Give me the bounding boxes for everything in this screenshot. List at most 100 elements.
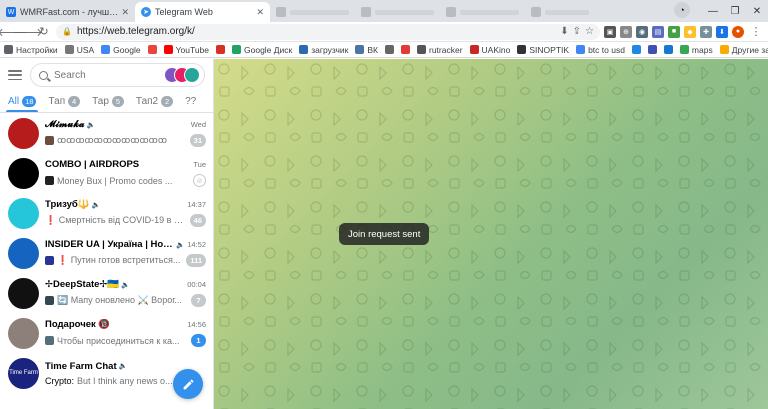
folder-tab[interactable]: Тап2 2 bbox=[136, 91, 174, 112]
chat-preview: ꝏꝏꝏꝏꝏꝏꝏꝏꝏꝏꝏꝏ bbox=[57, 135, 168, 145]
chat-list-item[interactable]: 𝓜𝓲𝓶𝓾𝓴𝓪 🔈 Wed ꝏꝏꝏꝏꝏꝏꝏꝏꝏꝏꝏꝏ 31 bbox=[0, 113, 213, 153]
forward-icon[interactable]: 🡒 bbox=[13, 24, 43, 40]
folder-count-badge: 2 bbox=[161, 96, 174, 107]
folder-label: ?? bbox=[185, 96, 197, 107]
profile-icon[interactable]: ◔ bbox=[674, 2, 690, 18]
chat-time: Tue bbox=[193, 160, 206, 169]
bookmark-item[interactable]: USA bbox=[64, 45, 94, 55]
bookmark-item[interactable]: Настройки bbox=[4, 45, 58, 55]
chat-title-row: ✢DeepState✢🇺🇦 🔈 00:04 bbox=[45, 279, 206, 290]
chat-name-wrap: Подарочек 🔞 bbox=[45, 319, 110, 330]
muted-icon: 🔈 bbox=[118, 363, 128, 370]
bookmark-item[interactable]: btc to usd bbox=[576, 45, 625, 55]
bookmark-item[interactable] bbox=[401, 45, 410, 54]
chat-list-item[interactable]: Тризуб🔱 🔈 14:37 ❗ Смертність від COVID-19 в… bbox=[0, 193, 213, 233]
page-icon bbox=[276, 7, 286, 17]
browser-tab-background[interactable] bbox=[440, 2, 525, 22]
chat-list-item[interactable]: COMBO | AIRDROPS Tue Money Bux | Promo cod… bbox=[0, 153, 213, 193]
minimize-icon[interactable]: — bbox=[702, 0, 724, 22]
chat-avatar bbox=[8, 237, 39, 269]
kebab-menu-icon[interactable]: ⋮ bbox=[748, 24, 764, 40]
bookmark-icon bbox=[663, 45, 673, 54]
bookmark-icon bbox=[163, 45, 173, 54]
new-message-button[interactable] bbox=[173, 369, 203, 399]
browser-tab-telegram[interactable]: ➤ Telegram Web ✕ bbox=[135, 2, 270, 22]
account-avatars[interactable] bbox=[164, 67, 200, 83]
address-bar: 🡐 🡒 ↻ 🔒 https://web.telegram.org/k/ ⬇ ⇪ … bbox=[0, 22, 768, 42]
chat-list-item[interactable]: Подарочек 🔞 14:56 Чтобы присоединиться к к… bbox=[0, 313, 213, 353]
search-box[interactable] bbox=[30, 63, 205, 87]
extension-icon[interactable]: ▣ bbox=[604, 25, 616, 38]
page-icon bbox=[446, 7, 456, 17]
bookmark-icon bbox=[385, 45, 394, 54]
profile-avatar-icon[interactable]: ● bbox=[732, 25, 744, 38]
bookmark-icon bbox=[631, 45, 641, 54]
chat-background: Join request sent bbox=[214, 59, 768, 409]
bookmark-item[interactable] bbox=[147, 45, 157, 54]
bookmark-item[interactable]: Google Диск bbox=[232, 45, 292, 55]
url-field[interactable]: 🔒 https://web.telegram.org/k/ ⬇ ⇪ ☆ bbox=[56, 23, 600, 40]
maximize-icon[interactable]: ❐ bbox=[724, 0, 746, 22]
muted-icon: 🔈 bbox=[121, 281, 130, 289]
close-icon[interactable]: ✕ bbox=[256, 7, 264, 18]
bookmark-label: загрузчик bbox=[311, 44, 349, 55]
bookmark-item[interactable]: rutracker bbox=[417, 45, 463, 55]
sidebar-header bbox=[0, 59, 213, 91]
chat-preview-wrap: ❗ Путин готов встретиться... bbox=[45, 255, 180, 266]
browser-tab-wmrfast[interactable]: W WMRFast.com - лучшее место дл... ✕ bbox=[0, 2, 135, 22]
browser-tab-background[interactable] bbox=[270, 2, 355, 22]
folder-tab[interactable]: ?? bbox=[185, 91, 196, 112]
extension-icon[interactable]: ⊕ bbox=[620, 25, 632, 38]
chat-preview-wrap: Чтобы присоединиться к ка... bbox=[45, 336, 180, 346]
extension-icon[interactable]: ◉ bbox=[636, 25, 648, 38]
bookmark-item[interactable]: SINOPTIK bbox=[517, 45, 569, 55]
chat-preview-row: Чтобы присоединиться к ка... 1 bbox=[45, 334, 206, 347]
bookmark-item[interactable]: UAKino bbox=[469, 45, 510, 55]
toast-notification: Join request sent bbox=[339, 223, 430, 245]
chat-preview: 🔄 Мапу оновлено ⚔️ Ворог... bbox=[57, 295, 182, 305]
media-thumbnail bbox=[45, 176, 54, 185]
bookmark-item[interactable] bbox=[663, 45, 673, 54]
wmr-icon: W bbox=[6, 7, 16, 17]
bookmark-label: Другие закладки bbox=[731, 44, 768, 55]
search-input[interactable] bbox=[54, 69, 134, 81]
bookmark-item[interactable]: YouTube bbox=[163, 45, 209, 55]
bookmark-item[interactable] bbox=[631, 45, 641, 54]
chat-avatar: Time Farm bbox=[8, 357, 39, 389]
chat-title-row: INSIDER UA | Україна | Новини 🔈 14:52 bbox=[45, 239, 206, 250]
bookmark-item[interactable]: ВК bbox=[355, 45, 378, 55]
chat-preview-wrap: ꝏꝏꝏꝏꝏꝏꝏꝏꝏꝏꝏꝏ bbox=[45, 135, 167, 146]
extension-icon[interactable]: ■ bbox=[668, 25, 680, 38]
star-icon[interactable]: ☆ bbox=[585, 26, 594, 37]
bookmark-item[interactable] bbox=[647, 45, 657, 54]
folder-tab[interactable]: Тар 5 bbox=[92, 91, 124, 112]
bookmark-item[interactable] bbox=[385, 45, 394, 54]
chat-preview: But I think any news o... bbox=[77, 375, 173, 386]
install-icon[interactable]: ⬇ bbox=[560, 26, 568, 37]
share-icon[interactable]: ⇪ bbox=[573, 26, 581, 37]
chat-time: 14:52 bbox=[187, 240, 206, 249]
bookmark-item[interactable]: maps bbox=[679, 45, 713, 55]
folder-tab[interactable]: All 18 bbox=[5, 91, 39, 112]
chat-list-item[interactable]: ✢DeepState✢🇺🇦 🔈 00:04 🔄 Мапу оновлено ⚔️ Во… bbox=[0, 273, 213, 313]
reload-icon[interactable]: ↻ bbox=[36, 24, 52, 40]
bookmark-item[interactable]: Другие закладки bbox=[719, 44, 768, 55]
extensions-puzzle-icon[interactable]: ✚ bbox=[700, 25, 712, 38]
bookmark-item[interactable]: Google bbox=[101, 45, 141, 55]
folder-tab[interactable]: Тап 4 bbox=[48, 91, 81, 112]
close-icon[interactable]: ✕ bbox=[121, 7, 129, 18]
folder-count-badge: 5 bbox=[111, 96, 124, 107]
chat-list-item[interactable]: INSIDER UA | Україна | Новини 🔈 14:52 ❗ Пут… bbox=[0, 233, 213, 273]
extension-icon[interactable]: ◆ bbox=[684, 25, 696, 38]
bookmark-item[interactable] bbox=[216, 45, 225, 54]
browser-tab-background[interactable] bbox=[525, 2, 595, 22]
downloads-icon[interactable]: ⬇ bbox=[716, 25, 728, 38]
bookmark-icon bbox=[64, 45, 74, 54]
hamburger-menu-icon[interactable] bbox=[8, 70, 22, 80]
bookmark-item[interactable]: загрузчик bbox=[299, 45, 348, 55]
browser-tab-background[interactable] bbox=[355, 2, 440, 22]
chat-avatar bbox=[8, 117, 39, 149]
media-thumbnail bbox=[45, 336, 54, 345]
extension-icon[interactable]: ▤ bbox=[652, 25, 664, 38]
close-window-icon[interactable]: ✕ bbox=[746, 0, 768, 22]
